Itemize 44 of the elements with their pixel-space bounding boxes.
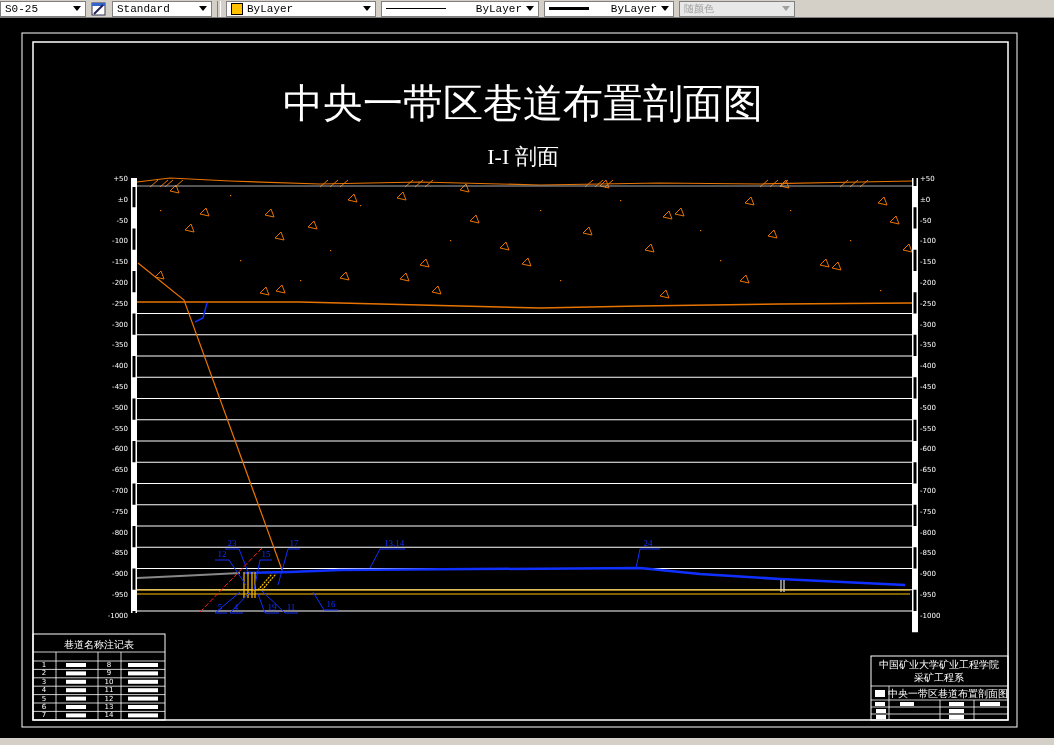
section-subtitle: I-I 剖面 [487, 144, 559, 169]
dimension-style-dropdown[interactable]: S0-25 [0, 0, 86, 17]
roadway-line [194, 302, 208, 323]
roadway-label: 4 [233, 602, 239, 612]
leader-line [214, 559, 247, 586]
drawing-title: 中央一带区巷道布置剖面图 [283, 81, 763, 126]
roadway-label: 23 [227, 538, 237, 548]
leader-line [277, 548, 301, 586]
roadway-label: 12 [217, 549, 227, 559]
leader-line [312, 591, 339, 611]
caret-icon [782, 6, 790, 11]
leader-line [635, 548, 661, 569]
caret-icon [661, 6, 669, 11]
illegible-text-block [128, 679, 158, 684]
legend-table-title: 巷道名称注记表 [64, 639, 134, 650]
illegible-text-block [66, 679, 86, 684]
caret-icon [73, 6, 81, 11]
caret-icon [363, 6, 371, 11]
roadway-label: 24 [643, 538, 653, 548]
lineweight-dropdown[interactable]: ByLayer [544, 0, 674, 17]
fault-line [199, 547, 263, 613]
roadway-label: 16 [326, 599, 336, 609]
thick-line-icon [549, 7, 589, 10]
roadway-label: 15 [261, 549, 271, 559]
color-swatch-icon [231, 2, 243, 15]
linetype-dropdown[interactable]: ByLayer [381, 0, 539, 17]
text-style-icon[interactable] [91, 0, 107, 17]
roadway-label: 19 [267, 602, 277, 612]
leader-line [224, 548, 249, 573]
text-style-dropdown[interactable]: Standard [112, 0, 212, 17]
roadway-label: 11 [286, 602, 296, 612]
leader-line [229, 591, 251, 614]
department-name: 采矿工程系 [914, 672, 964, 683]
roadway-label: 17 [289, 538, 299, 548]
roadway-label: 5 [217, 602, 223, 612]
leader-line [214, 591, 241, 614]
caret-icon [199, 6, 207, 11]
thin-line-icon [386, 8, 446, 9]
school-name: 中国矿业大学矿业工程学院 [879, 659, 999, 670]
leader-line [369, 548, 406, 569]
roadway-label: 13,14 [383, 538, 405, 548]
drawing-name: 中央一带区巷道布置剖面图 [888, 688, 1008, 699]
caret-icon [526, 6, 534, 11]
layer-color-dropdown[interactable]: ByLayer [226, 0, 376, 17]
